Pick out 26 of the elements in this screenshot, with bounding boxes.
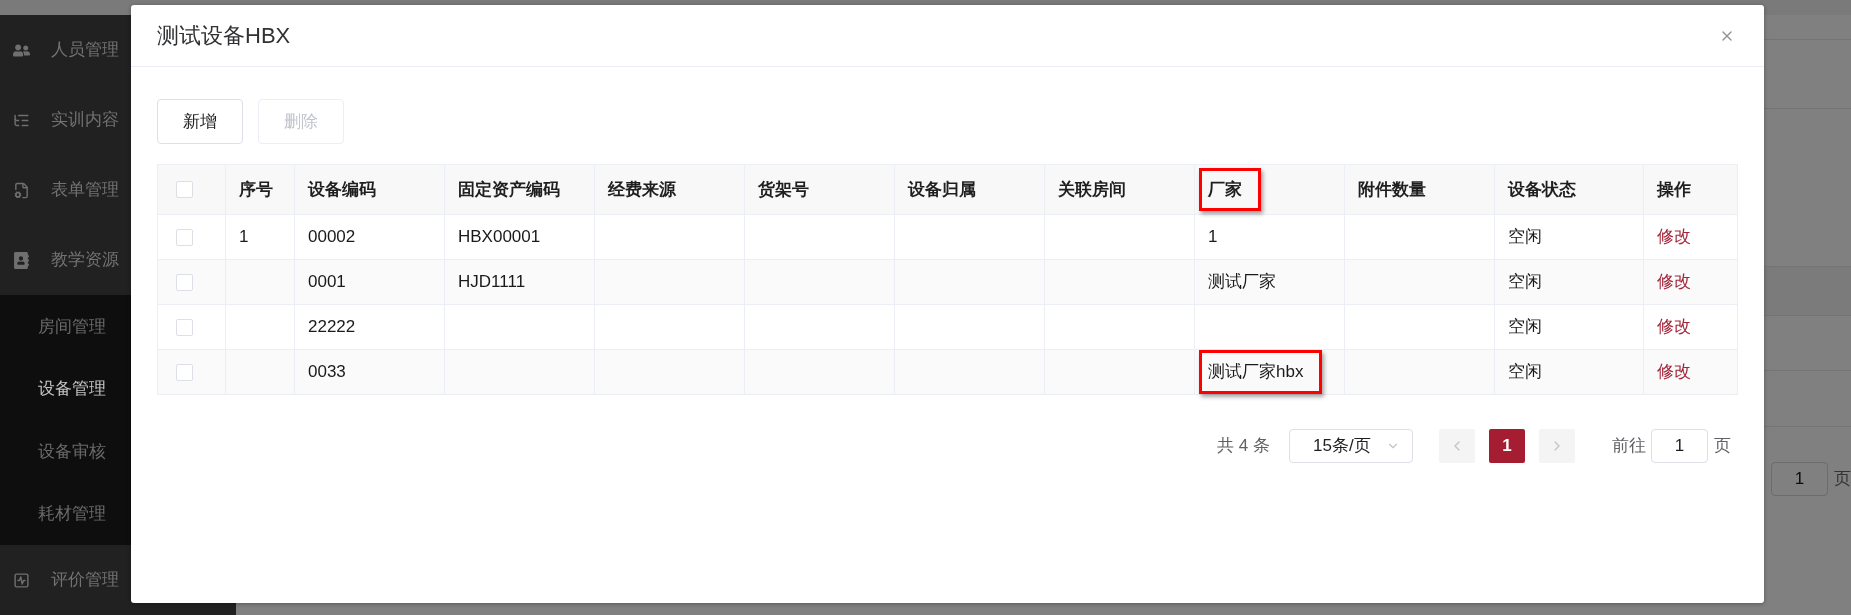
page-suffix: 页	[1834, 468, 1851, 491]
address-book-icon	[13, 251, 30, 269]
total-count: 共 4 条	[1217, 435, 1270, 458]
edit-link[interactable]: 修改	[1657, 359, 1691, 385]
row-checkbox[interactable]	[176, 363, 193, 381]
row-checkbox[interactable]	[176, 318, 193, 336]
goto-label: 前往	[1612, 435, 1646, 458]
file-gear-icon	[13, 181, 30, 199]
cell-text: 测试厂家hbx	[1208, 361, 1304, 384]
select-all-checkbox[interactable]	[176, 181, 193, 198]
row-checkbox[interactable]	[176, 273, 193, 291]
page-suffix: 页	[1714, 435, 1731, 458]
row-checkbox[interactable]	[176, 228, 193, 246]
page-jump-field: 1	[1771, 462, 1828, 496]
toolbar-button[interactable]: 新增	[157, 99, 243, 144]
page-jump-field[interactable]: 1	[1651, 429, 1708, 463]
header-text: 厂家	[1208, 178, 1242, 201]
table-cell: 0033	[295, 350, 445, 395]
chart-icon	[13, 571, 30, 589]
edit-link[interactable]: 修改	[1657, 224, 1691, 250]
table-cell: 空闲	[1495, 350, 1644, 395]
edit-link[interactable]: 修改	[1657, 314, 1691, 340]
dialog-title: 测试设备HBX	[157, 22, 291, 50]
page-button[interactable]: 1	[1489, 429, 1525, 463]
edit-link[interactable]: 修改	[1657, 269, 1691, 295]
page-size-select[interactable]: 15条/页	[1289, 429, 1413, 463]
